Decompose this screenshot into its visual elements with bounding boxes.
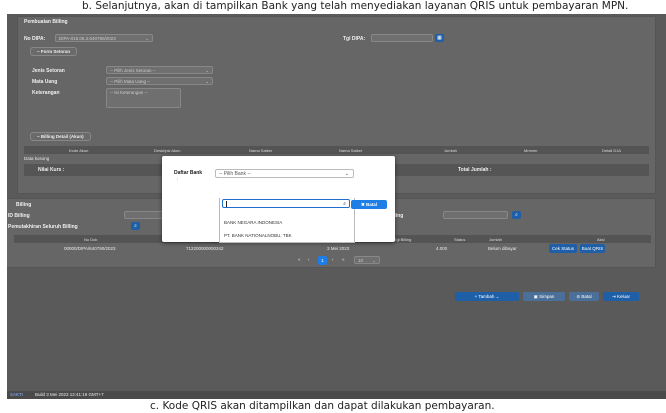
instruction-caption-bottom: c. Kode QRIS akan ditampilkan dan dapat … <box>150 400 495 412</box>
text-cursor <box>226 201 227 207</box>
no-dipa-label: No DIPA: <box>24 36 46 42</box>
nilai-kurs-label: Nilai Kurs : <box>38 167 65 173</box>
column-header: Status <box>454 237 466 242</box>
tambah-label: Tambah <box>478 294 495 299</box>
status-bar: SAKTI Build 3 Mei 2023 12:41:19 GMT+7 <box>7 391 666 399</box>
jenis-setoran-label: Jenis Setoran <box>32 68 65 74</box>
jenis-setoran-placeholder: -- Pilih Jenis Setoran -- <box>110 68 156 73</box>
buat-qris-button[interactable]: Buat QRIS <box>580 244 605 253</box>
keluar-label: Keluar <box>617 294 631 299</box>
tab-billing-detail[interactable]: − Billing Detail (Akun) <box>30 132 91 141</box>
mata-uang-select[interactable]: -- Pilih Mata Uang -- ⌄ <box>106 77 213 85</box>
first-page-icon[interactable]: « <box>298 257 301 262</box>
bank-option[interactable]: PT. BANK NATIONALNOBU, TBK <box>224 233 292 238</box>
keterangan-placeholder: -- Isi Keterangan -- <box>110 90 148 95</box>
keterangan-label: Keterangan <box>32 90 60 96</box>
batal-label: Batal <box>581 294 592 299</box>
modal-batal-button[interactable]: ✖ Batal <box>351 200 387 209</box>
tgl-billing-cell: 3 Mei 2023 <box>327 246 350 251</box>
column-header: No Dok <box>84 237 98 242</box>
mata-uang-label: Mata Uang <box>32 79 58 85</box>
status-build-text: Build 3 Mei 2023 12:41:19 GMT+7 <box>35 392 104 397</box>
bank-option[interactable]: BANK NEGARA INDONESIA <box>224 220 282 225</box>
id-billing-label: ID Billing <box>8 213 30 219</box>
status-cell: Belum dibayar <box>488 246 517 251</box>
billing-title: Billing <box>16 202 32 208</box>
detail-table-header: Kode Akun Deskripsi Akun Nama Satker Nam… <box>24 146 649 154</box>
column-header: Detail DJA <box>602 148 621 153</box>
column-header: Kode Akun <box>69 148 89 153</box>
tgl-dipa-input[interactable] <box>371 34 433 42</box>
chevron-down-icon: ⌄ <box>494 294 500 299</box>
column-header: Nama Satker <box>249 148 273 153</box>
pemutakhiran-label: Pemutakhiran Seluruh Billing <box>8 224 78 230</box>
panel-title: Pembuatan Billing <box>24 19 68 25</box>
column-header: Mmmm <box>524 148 538 153</box>
batal-button[interactable]: ⊘ Batal <box>569 292 599 301</box>
calendar-icon[interactable]: ▦ <box>435 34 444 42</box>
per-page-value: 10 <box>358 258 364 263</box>
cek-status-button[interactable]: Cek Status <box>549 244 577 253</box>
daftar-bank-colon: : <box>177 177 179 183</box>
mata-uang-placeholder: -- Pilih Mata Uang -- <box>110 79 151 84</box>
next-page-icon[interactable]: › <box>332 257 334 262</box>
chevron-down-icon: ⌄ <box>344 171 349 177</box>
no-dipa-value: DIPA-015.05.2.640790/2023 <box>59 36 116 41</box>
per-page-select[interactable]: 10 ⌄ <box>354 256 380 264</box>
column-header: Tgl Billing <box>394 237 412 242</box>
prev-page-icon[interactable]: ‹ <box>308 257 310 262</box>
keterangan-textarea[interactable]: -- Isi Keterangan -- <box>106 88 181 108</box>
id-billing-input[interactable] <box>124 211 164 219</box>
chevron-down-icon: ⌄ <box>205 68 209 73</box>
search-icon[interactable]: ⌕ <box>131 222 140 230</box>
tgl-dipa-label: Tgl DIPA: <box>343 36 366 42</box>
column-header: Jumlah <box>444 148 457 153</box>
page-current[interactable]: 1 <box>318 256 327 265</box>
simpan-button[interactable]: ▣ Simpan <box>523 292 565 301</box>
chevron-down-icon: ⌄ <box>205 79 209 84</box>
no-dok-cell: 00000/DIPA/640790/2023 <box>64 246 116 251</box>
bank-select-placeholder: -- Pilih Bank -- <box>219 171 251 177</box>
last-page-icon[interactable]: » <box>342 257 345 262</box>
tambah-button[interactable]: + Tambah ⌄ <box>455 292 519 301</box>
simpan-label: Simpan <box>539 294 555 299</box>
tab-form-setoran[interactable]: − Form Setoran <box>30 47 78 56</box>
bank-select[interactable]: -- Pilih Bank -- ⌄ <box>215 169 354 178</box>
column-header: Deskripsi Akun <box>154 148 181 153</box>
kode-billing-cell: 712200000000342 <box>186 246 224 251</box>
search-icon: ⌕ <box>343 201 346 207</box>
chevron-down-icon: ⌄ <box>145 36 149 41</box>
chevron-down-icon: ⌄ <box>372 258 376 263</box>
total-jumlah-label: Total Jumlah : <box>458 167 492 173</box>
daftar-bank-label: Daftar Bank <box>174 170 203 176</box>
column-header: Nama Satker <box>339 148 363 153</box>
instruction-caption-top: b. Selanjutnya, akan di tampilkan Bank y… <box>82 0 629 12</box>
table-row: 00000/DIPA/640790/2023 712200000000342 3… <box>14 244 651 253</box>
jumlah-cell: 4.000 <box>436 246 448 251</box>
column-header: Jumlah <box>489 237 502 242</box>
billing-right-input[interactable] <box>443 211 508 219</box>
no-dipa-select[interactable]: DIPA-015.05.2.640790/2023 ⌄ <box>55 34 153 42</box>
jenis-setoran-select[interactable]: -- Pilih Jenis Setoran -- ⌄ <box>106 66 213 74</box>
keluar-button[interactable]: ⇥ Keluar <box>603 292 639 301</box>
tab-form-setoran-label: Form Setoran <box>40 49 71 54</box>
search-icon[interactable]: ⌕ <box>512 211 521 219</box>
tab-billing-detail-label: Billing Detail (Akun) <box>40 134 84 139</box>
status-app-badge: SAKTI <box>10 392 24 397</box>
column-header: Aksi <box>597 237 605 242</box>
bank-search-input[interactable]: ⌕ <box>222 199 350 208</box>
empty-data-text: Data kosong <box>24 156 50 161</box>
modal-batal-label: Batal <box>366 202 378 207</box>
